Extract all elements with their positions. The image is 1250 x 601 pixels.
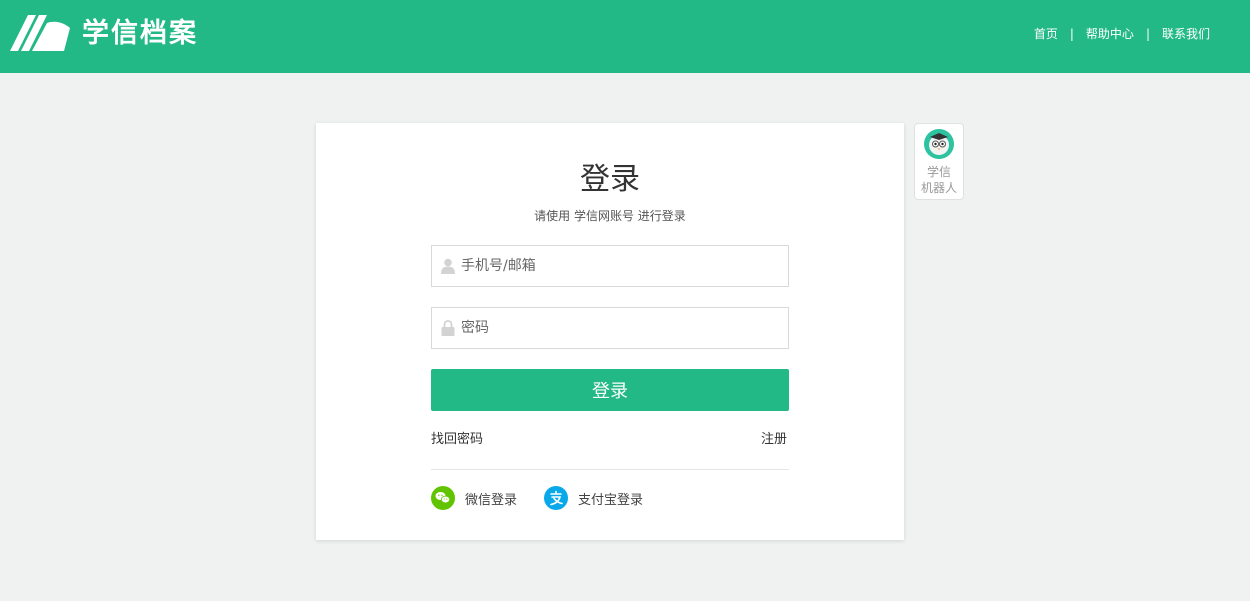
username-input[interactable] — [461, 248, 788, 284]
nav-contact-link[interactable]: 联系我们 — [1162, 25, 1210, 42]
wechat-icon — [431, 486, 455, 510]
top-nav: 首页 | 帮助中心 | 联系我们 — [1034, 25, 1210, 42]
login-button[interactable]: 登录 — [431, 369, 789, 411]
divider — [431, 469, 789, 470]
wechat-login-button[interactable]: 微信登录 — [431, 486, 517, 510]
login-title: 登录 — [580, 162, 640, 197]
site-logo[interactable]: 学信档案 — [10, 14, 198, 54]
nav-separator: | — [1069, 26, 1074, 41]
alipay-login-label: 支付宝登录 — [578, 492, 644, 508]
book-pages-icon — [10, 15, 70, 51]
robot-label: 学信 机器人 — [915, 164, 963, 196]
nav-help-link[interactable]: 帮助中心 — [1086, 25, 1134, 42]
chat-robot-button[interactable]: 学信 机器人 — [914, 123, 964, 200]
logo-text: 学信档案 — [82, 18, 198, 49]
user-icon — [441, 258, 455, 274]
forgot-password-link[interactable]: 找回密码 — [431, 428, 483, 447]
register-link[interactable]: 注册 — [761, 428, 787, 447]
alipay-login-button[interactable]: 支付宝登录 — [544, 486, 643, 510]
robot-label-line2: 机器人 — [920, 181, 957, 195]
username-field[interactable] — [431, 245, 789, 287]
robot-avatar-icon — [924, 129, 954, 159]
password-input[interactable] — [461, 310, 788, 346]
login-card: 登录 请使用 学信网账号 进行登录 登录 找回密码 注册 微信登录 — [316, 123, 904, 540]
wechat-login-label: 微信登录 — [465, 492, 518, 508]
top-header: 学信档案 首页 | 帮助中心 | 联系我们 — [0, 0, 1250, 73]
login-subtitle: 请使用 学信网账号 进行登录 — [534, 209, 686, 223]
alipay-icon — [544, 486, 568, 510]
nav-home-link[interactable]: 首页 — [1034, 25, 1058, 42]
lock-icon — [441, 320, 455, 336]
password-field[interactable] — [431, 307, 789, 349]
nav-separator: | — [1145, 26, 1150, 41]
robot-label-line1: 学信 — [926, 165, 951, 179]
